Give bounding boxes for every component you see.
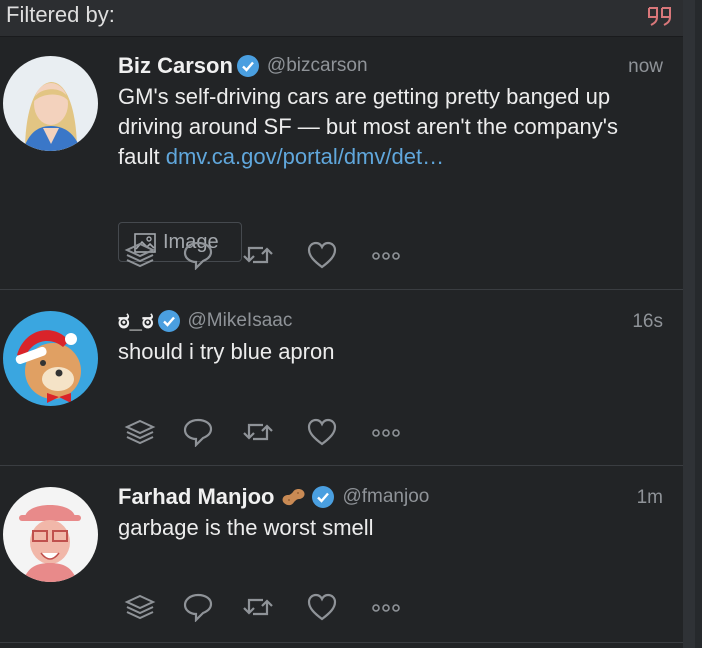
tweet-time[interactable]: 1m bbox=[637, 487, 663, 509]
reply-icon[interactable] bbox=[182, 592, 214, 623]
retweet-icon[interactable] bbox=[242, 417, 274, 447]
tweet-text: should i try blue apron bbox=[118, 339, 335, 364]
tweet-item[interactable]: ಠ_ಠ @MikeIsaac 16s should i try blue apr… bbox=[0, 290, 683, 466]
tweet-actions bbox=[124, 417, 424, 448]
tweet-text: garbage is the worst smell bbox=[118, 515, 374, 540]
tweet-time[interactable]: now bbox=[628, 56, 663, 78]
tweet-link[interactable]: dmv.ca.gov/portal/dmv/det… bbox=[166, 144, 444, 169]
verified-badge-icon bbox=[236, 55, 259, 77]
author-handle[interactable]: @fmanjoo bbox=[342, 486, 429, 507]
peanut-icon bbox=[280, 486, 308, 508]
reply-icon[interactable] bbox=[182, 240, 214, 271]
column-scrollbar[interactable] bbox=[683, 0, 702, 648]
stack-icon[interactable] bbox=[124, 417, 156, 447]
avatar[interactable] bbox=[3, 311, 98, 406]
tweet-text: GM's self-driving cars are getting prett… bbox=[118, 82, 658, 172]
like-icon[interactable] bbox=[306, 240, 338, 270]
stack-icon[interactable] bbox=[124, 592, 156, 622]
tweet-time[interactable]: 16s bbox=[632, 311, 663, 333]
tweet-header: Farhad Manjoo @fmanjoo 1m bbox=[118, 484, 663, 512]
tweet-column: Filtered by: Biz Carson @bizcarson now G… bbox=[0, 0, 683, 648]
tweet-item[interactable]: Biz Carson @bizcarson now GM's self-driv… bbox=[0, 37, 683, 290]
tweet-header: ಠ_ಠ @MikeIsaac 16s bbox=[118, 308, 663, 336]
more-icon[interactable] bbox=[370, 240, 402, 270]
author-handle[interactable]: @bizcarson bbox=[267, 55, 368, 76]
tweet-actions bbox=[124, 240, 424, 271]
retweet-icon[interactable] bbox=[242, 240, 274, 270]
like-icon[interactable] bbox=[306, 592, 338, 622]
author-name[interactable]: Farhad Manjoo bbox=[118, 484, 274, 509]
verified-badge-icon bbox=[312, 486, 335, 508]
more-icon[interactable] bbox=[370, 592, 402, 622]
verified-badge-icon bbox=[157, 310, 180, 332]
tweet-actions bbox=[124, 592, 424, 623]
stack-icon[interactable] bbox=[124, 240, 156, 270]
author-name[interactable]: ಠ_ಠ bbox=[118, 308, 154, 333]
avatar[interactable] bbox=[3, 487, 98, 582]
author-name[interactable]: Biz Carson bbox=[118, 53, 233, 78]
author-handle[interactable]: @MikeIsaac bbox=[188, 310, 293, 331]
filter-label: Filtered by: bbox=[6, 2, 115, 27]
tweet-item[interactable]: Farhad Manjoo @fmanjoo 1m garbage is the… bbox=[0, 466, 683, 643]
more-icon[interactable] bbox=[370, 417, 402, 447]
like-icon[interactable] bbox=[306, 417, 338, 447]
retweet-icon[interactable] bbox=[242, 592, 274, 622]
reply-icon[interactable] bbox=[182, 417, 214, 448]
filter-bar: Filtered by: bbox=[0, 0, 683, 37]
quote-icon[interactable] bbox=[646, 4, 674, 28]
tweet-header: Biz Carson @bizcarson now bbox=[118, 53, 663, 81]
avatar[interactable] bbox=[3, 56, 98, 151]
